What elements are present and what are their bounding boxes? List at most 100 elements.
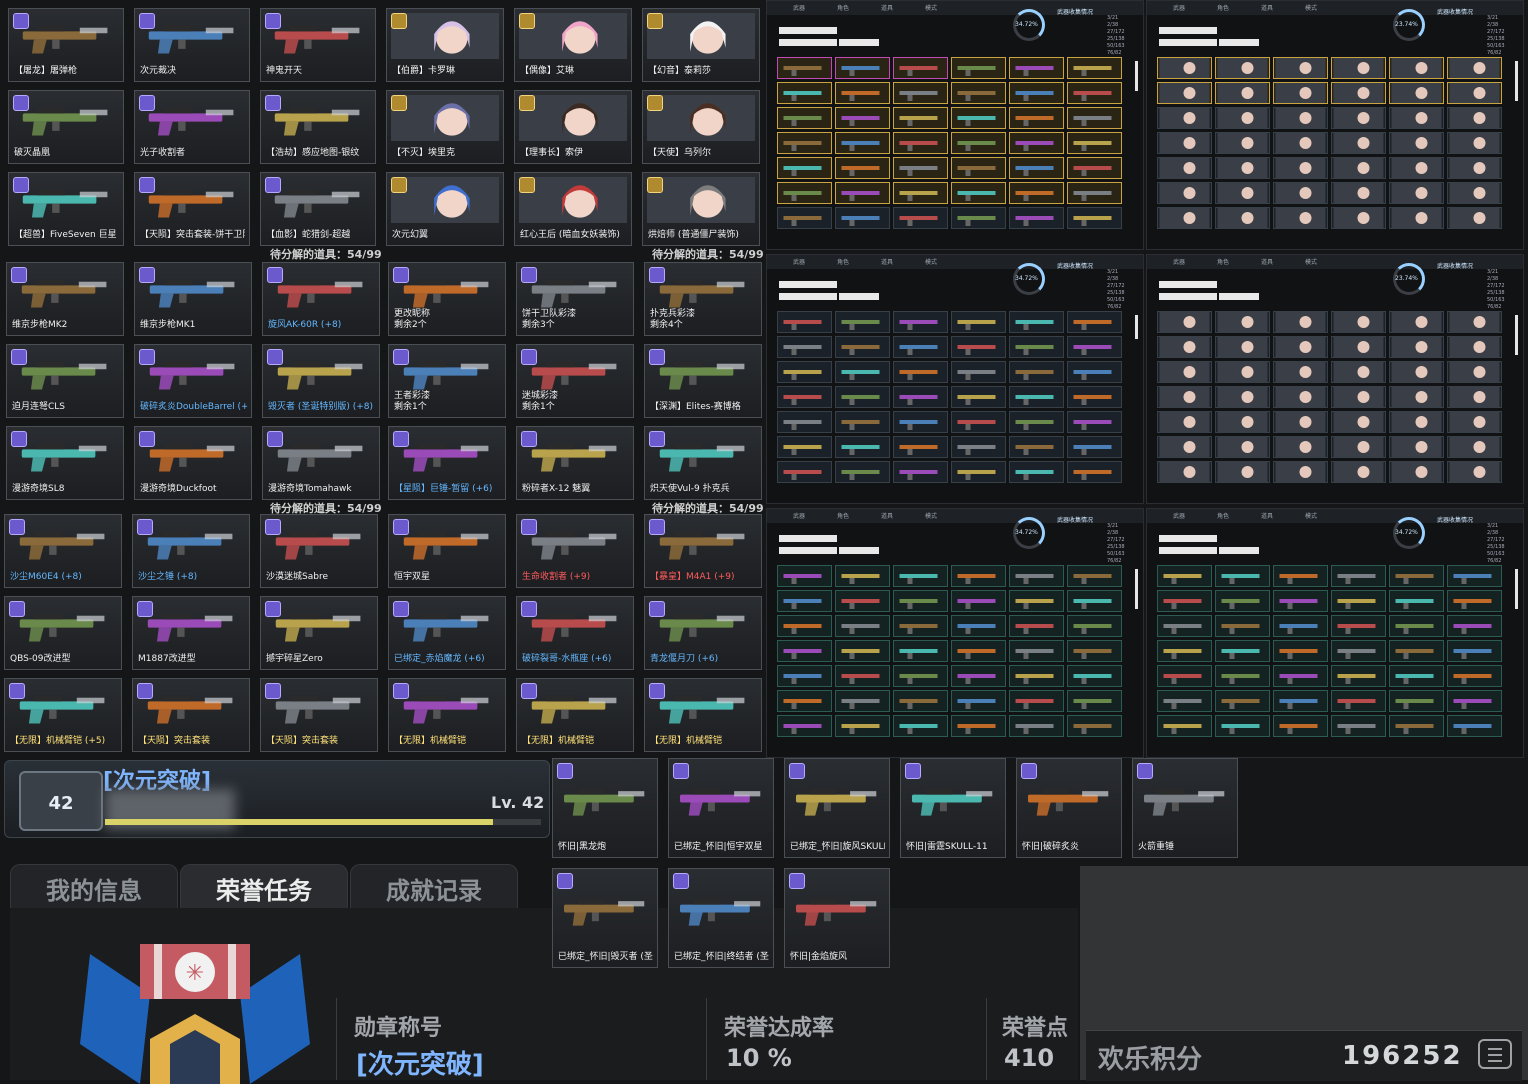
- inventory-cell[interactable]: [1009, 386, 1064, 408]
- inventory-cell[interactable]: [1215, 436, 1270, 458]
- inventory-cell[interactable]: [1331, 590, 1386, 612]
- inventory-cell[interactable]: [1067, 565, 1122, 587]
- panel-tab[interactable]: 模式: [925, 511, 937, 520]
- inventory-cell[interactable]: [1389, 411, 1444, 433]
- inventory-cell[interactable]: [1009, 461, 1064, 483]
- inventory-cell[interactable]: [1273, 107, 1328, 129]
- panel-tab[interactable]: 角色: [1217, 511, 1229, 520]
- inventory-cell[interactable]: [1331, 336, 1386, 358]
- heirloom-card[interactable]: 怀旧|破碎炙炎: [1016, 758, 1122, 858]
- item-card[interactable]: 【星陨】巨锤-暂留 (+6): [388, 426, 506, 500]
- inventory-cell[interactable]: [1215, 615, 1270, 637]
- inventory-cell[interactable]: [1009, 665, 1064, 687]
- inventory-cell[interactable]: [1389, 336, 1444, 358]
- inventory-cell[interactable]: [1067, 132, 1122, 154]
- inventory-cell[interactable]: [951, 207, 1006, 229]
- panel-search-input[interactable]: [839, 293, 879, 300]
- inventory-cell[interactable]: [1157, 386, 1212, 408]
- panel-scrollbar[interactable]: [1515, 569, 1518, 609]
- inventory-cell[interactable]: [893, 132, 948, 154]
- inventory-cell[interactable]: [777, 690, 832, 712]
- inventory-cell[interactable]: [835, 640, 890, 662]
- item-card[interactable]: 【无限】机械臂铠: [516, 678, 634, 752]
- inventory-cell[interactable]: [1273, 157, 1328, 179]
- inventory-cell[interactable]: [777, 640, 832, 662]
- inventory-cell[interactable]: [835, 361, 890, 383]
- inventory-cell[interactable]: [1389, 565, 1444, 587]
- inventory-cell[interactable]: [777, 107, 832, 129]
- inventory-cell[interactable]: [1331, 386, 1386, 408]
- weapon-card[interactable]: 沙漠迷城Sabre: [260, 514, 378, 588]
- inventory-cell[interactable]: [1447, 311, 1502, 333]
- inventory-cell[interactable]: [1009, 336, 1064, 358]
- weapon-card[interactable]: 【血影】蛇猎剑-超越: [260, 172, 376, 246]
- inventory-cell[interactable]: [835, 311, 890, 333]
- inventory-cell[interactable]: [1215, 182, 1270, 204]
- weapon-card[interactable]: 漫游奇境SL8: [6, 426, 124, 500]
- inventory-cell[interactable]: [835, 461, 890, 483]
- panel-sort-dropdown[interactable]: [779, 39, 837, 46]
- inventory-cell[interactable]: [1273, 615, 1328, 637]
- inventory-cell[interactable]: [1215, 207, 1270, 229]
- inventory-cell[interactable]: [835, 615, 890, 637]
- inventory-cell[interactable]: [777, 82, 832, 104]
- panel-tab[interactable]: 模式: [925, 257, 937, 266]
- inventory-cell[interactable]: [1273, 311, 1328, 333]
- inventory-cell[interactable]: [951, 157, 1006, 179]
- inventory-cell[interactable]: [1067, 615, 1122, 637]
- inventory-cell[interactable]: [1157, 436, 1212, 458]
- inventory-cell[interactable]: [951, 565, 1006, 587]
- inventory-cell[interactable]: [777, 715, 832, 737]
- inventory-cell[interactable]: [1273, 436, 1328, 458]
- inventory-cell[interactable]: [1389, 461, 1444, 483]
- inventory-cell[interactable]: [951, 436, 1006, 458]
- inventory-cell[interactable]: [1067, 361, 1122, 383]
- inventory-cell[interactable]: [951, 82, 1006, 104]
- inventory-cell[interactable]: [1389, 361, 1444, 383]
- inventory-cell[interactable]: [893, 665, 948, 687]
- inventory-cell[interactable]: [1157, 565, 1212, 587]
- inventory-cell[interactable]: [1067, 640, 1122, 662]
- inventory-cell[interactable]: [1215, 690, 1270, 712]
- inventory-cell[interactable]: [777, 615, 832, 637]
- inventory-cell[interactable]: [893, 361, 948, 383]
- inventory-cell[interactable]: [835, 665, 890, 687]
- inventory-cell[interactable]: [835, 436, 890, 458]
- heirloom-card[interactable]: 火箭重锤: [1132, 758, 1238, 858]
- inventory-cell[interactable]: [1447, 690, 1502, 712]
- inventory-cell[interactable]: [1009, 57, 1064, 79]
- inventory-cell[interactable]: [1215, 386, 1270, 408]
- inventory-cell[interactable]: [1447, 665, 1502, 687]
- inventory-cell[interactable]: [951, 132, 1006, 154]
- inventory-cell[interactable]: [893, 182, 948, 204]
- panel-scrollbar[interactable]: [1135, 61, 1138, 91]
- inventory-cell[interactable]: [893, 615, 948, 637]
- inventory-cell[interactable]: [1157, 665, 1212, 687]
- inventory-cell[interactable]: [1447, 157, 1502, 179]
- inventory-cell[interactable]: [777, 336, 832, 358]
- inventory-cell[interactable]: [777, 461, 832, 483]
- character-card[interactable]: 【理事长】索伊: [514, 90, 632, 164]
- inventory-cell[interactable]: [1273, 461, 1328, 483]
- inventory-cell[interactable]: [1215, 82, 1270, 104]
- panel-scrollbar[interactable]: [1135, 315, 1138, 339]
- inventory-cell[interactable]: [1447, 132, 1502, 154]
- inventory-cell[interactable]: [1447, 615, 1502, 637]
- inventory-cell[interactable]: [1331, 311, 1386, 333]
- inventory-cell[interactable]: [1447, 107, 1502, 129]
- panel-search-input[interactable]: [839, 547, 879, 554]
- inventory-cell[interactable]: [893, 436, 948, 458]
- inventory-cell[interactable]: [1389, 107, 1444, 129]
- inventory-cell[interactable]: [1215, 411, 1270, 433]
- inventory-cell[interactable]: [1447, 411, 1502, 433]
- inventory-cell[interactable]: [1447, 82, 1502, 104]
- inventory-cell[interactable]: [1157, 690, 1212, 712]
- inventory-cell[interactable]: [1157, 57, 1212, 79]
- inventory-cell[interactable]: [1009, 590, 1064, 612]
- inventory-cell[interactable]: [777, 157, 832, 179]
- inventory-cell[interactable]: [1067, 207, 1122, 229]
- panel-tab[interactable]: 道具: [1261, 3, 1273, 12]
- panel-tab[interactable]: 角色: [837, 3, 849, 12]
- item-card[interactable]: 已绑定_赤焰魔龙 (+6): [388, 596, 506, 670]
- tab-achievements[interactable]: 成就记录: [350, 864, 518, 911]
